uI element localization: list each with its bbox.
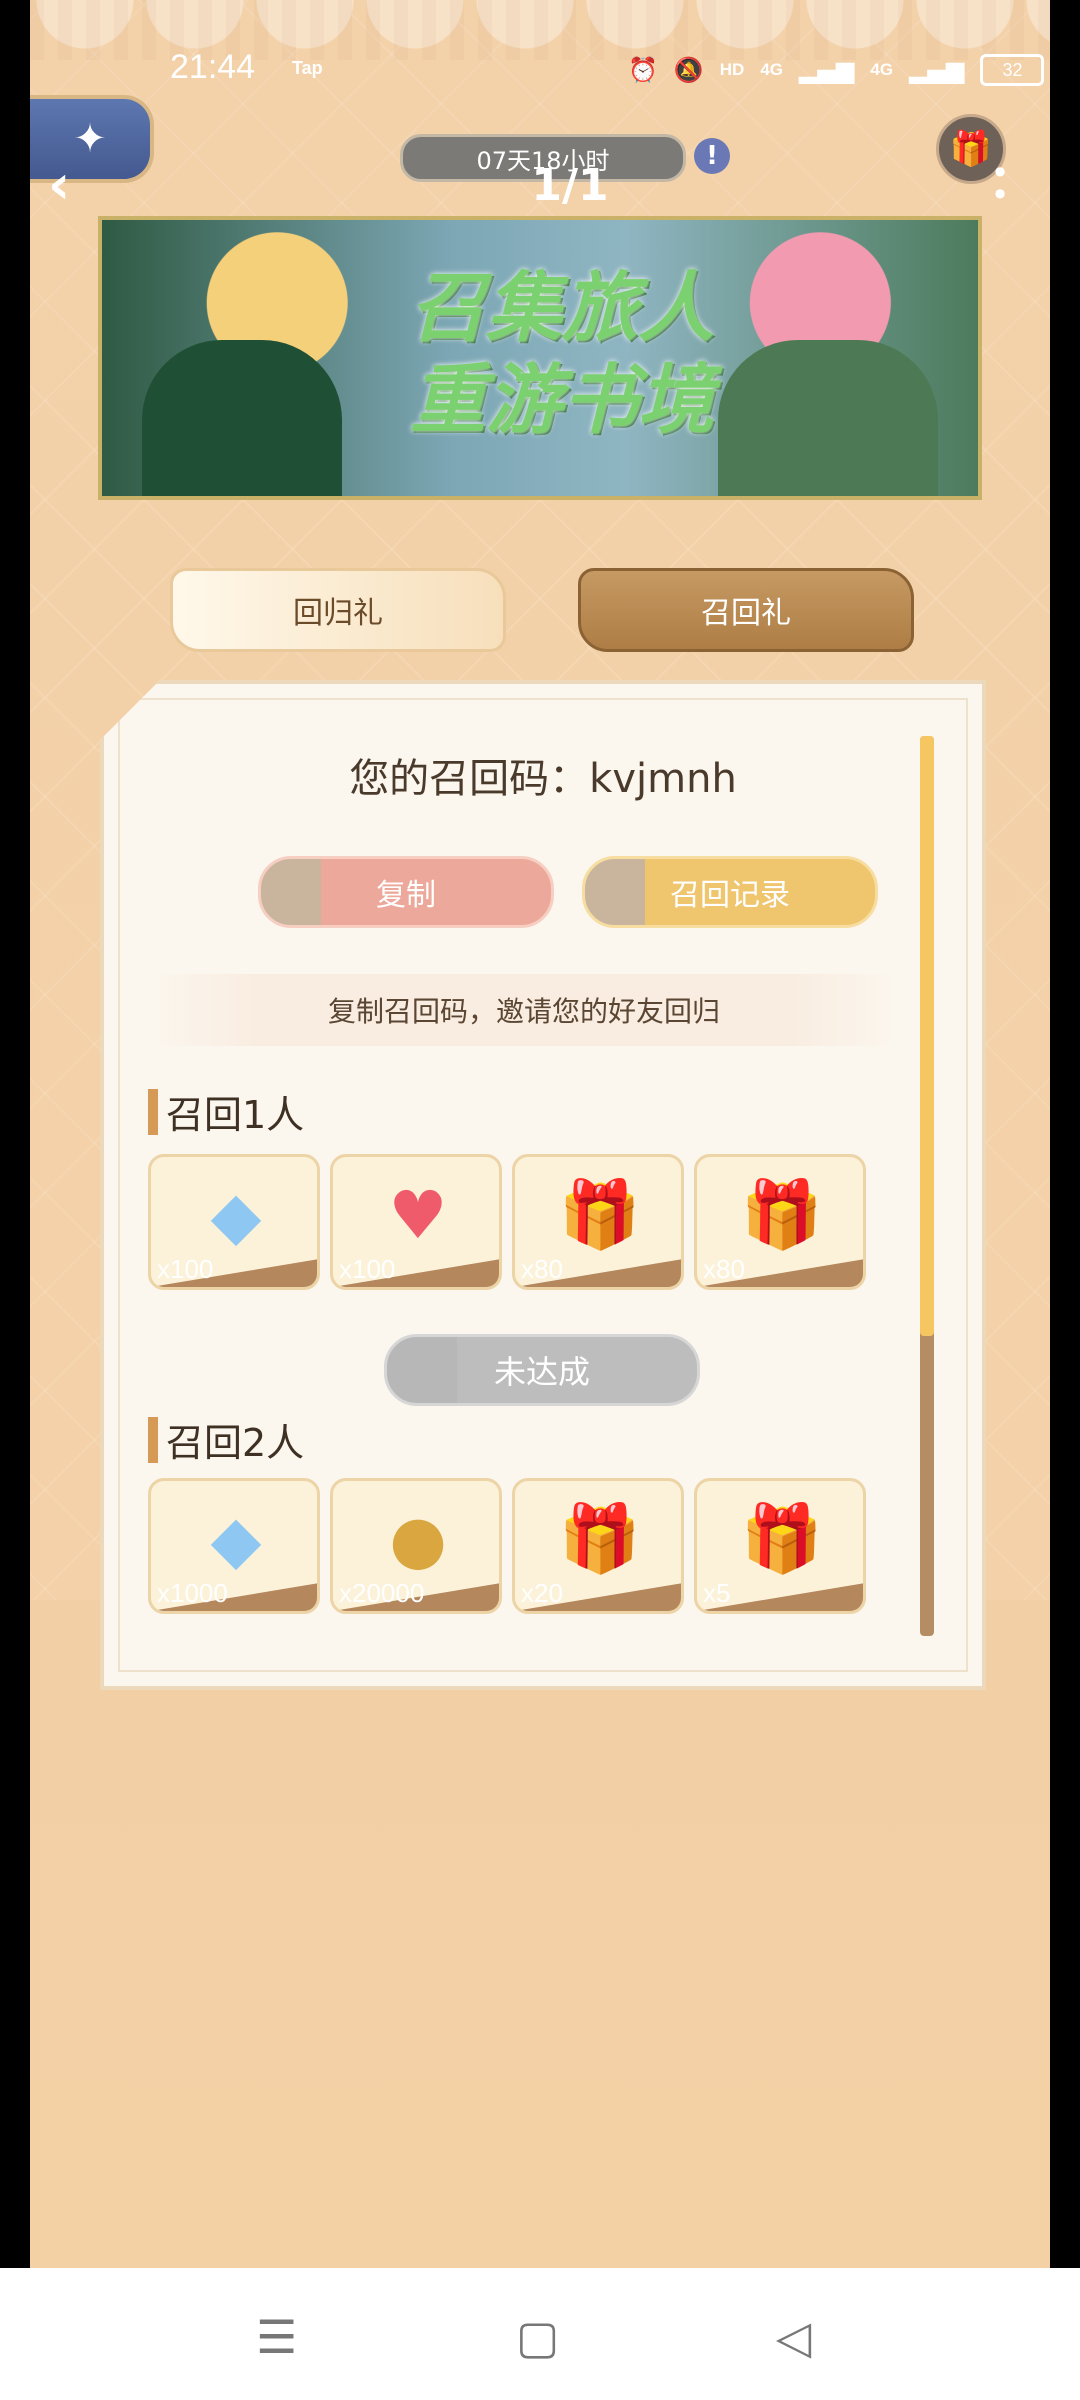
more-options-icon[interactable]: • • bbox=[990, 157, 1010, 211]
system-nav-bar: ☰ ▢ ◁ bbox=[0, 2268, 1080, 2400]
section-title-text: 召回2人 bbox=[166, 1421, 305, 1465]
status-icons: ⏰ 🔕 HD 4G ▂▄▆ 4G ▂▄▆ 32 bbox=[628, 54, 1045, 86]
character-left-illustration bbox=[142, 340, 342, 496]
reward-qty: x5 bbox=[703, 1578, 731, 1608]
treasure-box-icon: 🎁 bbox=[740, 1500, 824, 1577]
app-screen: 21:44 Tap ⏰ 🔕 HD 4G ▂▄▆ 4G ▂▄▆ 32 ✦ ‹ 07… bbox=[30, 0, 1050, 2268]
reward-qty: x20000 bbox=[339, 1578, 425, 1608]
info-icon[interactable]: ! bbox=[694, 138, 730, 174]
signal-icon: ▂▄▆ bbox=[799, 56, 855, 84]
invite-hint: 复制召回码，邀请您的好友回归 bbox=[154, 974, 894, 1046]
mute-icon: 🔕 bbox=[673, 56, 704, 84]
tap-app-tag: Tap bbox=[292, 58, 323, 78]
event-banner: 召集旅人 重游书境 bbox=[98, 216, 982, 500]
section-title-text: 召回1人 bbox=[166, 1093, 305, 1137]
reward-qty: x100 bbox=[157, 1254, 214, 1284]
home-icon[interactable]: ▢ bbox=[516, 2310, 559, 2364]
tab-recall-gift[interactable]: 召回礼 bbox=[578, 568, 914, 652]
reward-qty: x100 bbox=[339, 1254, 396, 1284]
diamond-icon: ◆ bbox=[210, 1500, 262, 1578]
reward-qty: x1000 bbox=[157, 1578, 228, 1608]
background-lower bbox=[30, 1600, 1050, 2268]
section-accent-bar bbox=[148, 1416, 158, 1463]
reward-qty: x80 bbox=[521, 1254, 563, 1284]
reward-item[interactable]: ◆ x100 bbox=[148, 1154, 320, 1290]
section-title-recall-1: 召回1人 bbox=[148, 1084, 304, 1139]
signal-icon: ▂▄▆ bbox=[909, 56, 965, 84]
copy-button[interactable]: 复制 bbox=[258, 856, 554, 928]
reward-item[interactable]: ◆ x1000 bbox=[148, 1478, 320, 1614]
status-not-achieved: 未达成 bbox=[384, 1334, 700, 1406]
network-4g-2: 4G bbox=[870, 60, 894, 79]
gift-box-icon: 🎁 bbox=[740, 1176, 824, 1253]
gift-icon: 🎁 bbox=[949, 129, 993, 169]
reward-qty: x20 bbox=[521, 1578, 563, 1608]
section-accent-bar bbox=[148, 1088, 158, 1135]
network-4g-1: 4G bbox=[760, 60, 784, 79]
gift-box-icon: 🎁 bbox=[558, 1176, 642, 1253]
recall-code: 您的召回码：kvjmnh bbox=[349, 756, 737, 802]
banner-title-line2: 重游书境 bbox=[410, 355, 714, 444]
back-button[interactable]: ‹ bbox=[48, 158, 70, 212]
heart-icon: ♥ bbox=[388, 1176, 448, 1254]
reward-item[interactable]: 🎁 x5 bbox=[694, 1478, 866, 1614]
scrollbar[interactable] bbox=[920, 736, 934, 1636]
reward-item[interactable]: ♥ x100 bbox=[330, 1154, 502, 1290]
hd-icon: HD bbox=[719, 60, 745, 79]
reward-item[interactable]: ● x20000 bbox=[330, 1478, 502, 1614]
gold-coin-icon: ● bbox=[389, 1500, 447, 1578]
reward-list-recall-2: ◆ x1000 ● x20000 🎁 x20 🎁 x5 bbox=[148, 1478, 866, 1614]
page-indicator: 1/1 bbox=[531, 160, 609, 211]
diamond-icon: ◆ bbox=[210, 1176, 262, 1254]
tab-return-gift[interactable]: 回归礼 bbox=[170, 568, 506, 652]
battery-indicator: 32 bbox=[980, 54, 1045, 86]
compass-icon: ✦ bbox=[73, 116, 107, 162]
banner-title-line1: 召集旅人 bbox=[410, 263, 714, 352]
back-triangle-icon[interactable]: ◁ bbox=[776, 2310, 811, 2364]
gift-box-icon: 🎁 bbox=[558, 1500, 642, 1577]
alarm-icon: ⏰ bbox=[628, 56, 658, 84]
reward-item[interactable]: 🎁 x80 bbox=[512, 1154, 684, 1290]
scrollbar-thumb[interactable] bbox=[920, 736, 934, 1336]
reward-qty: x80 bbox=[703, 1254, 745, 1284]
menu-icon[interactable]: ☰ bbox=[256, 2310, 297, 2364]
recall-panel: 您的召回码：kvjmnh 复制 召回记录 复制召回码，邀请您的好友回归 召回1人… bbox=[100, 680, 986, 1690]
reward-item[interactable]: 🎁 x80 bbox=[694, 1154, 866, 1290]
reward-list-recall-1: ◆ x100 ♥ x100 🎁 x80 🎁 x80 bbox=[148, 1154, 866, 1290]
banner-title: 召集旅人 重游书境 bbox=[362, 262, 762, 446]
reward-item[interactable]: 🎁 x20 bbox=[512, 1478, 684, 1614]
recall-record-button[interactable]: 召回记录 bbox=[582, 856, 878, 928]
status-time: 21:44 bbox=[170, 48, 256, 86]
section-title-recall-2: 召回2人 bbox=[148, 1412, 304, 1467]
